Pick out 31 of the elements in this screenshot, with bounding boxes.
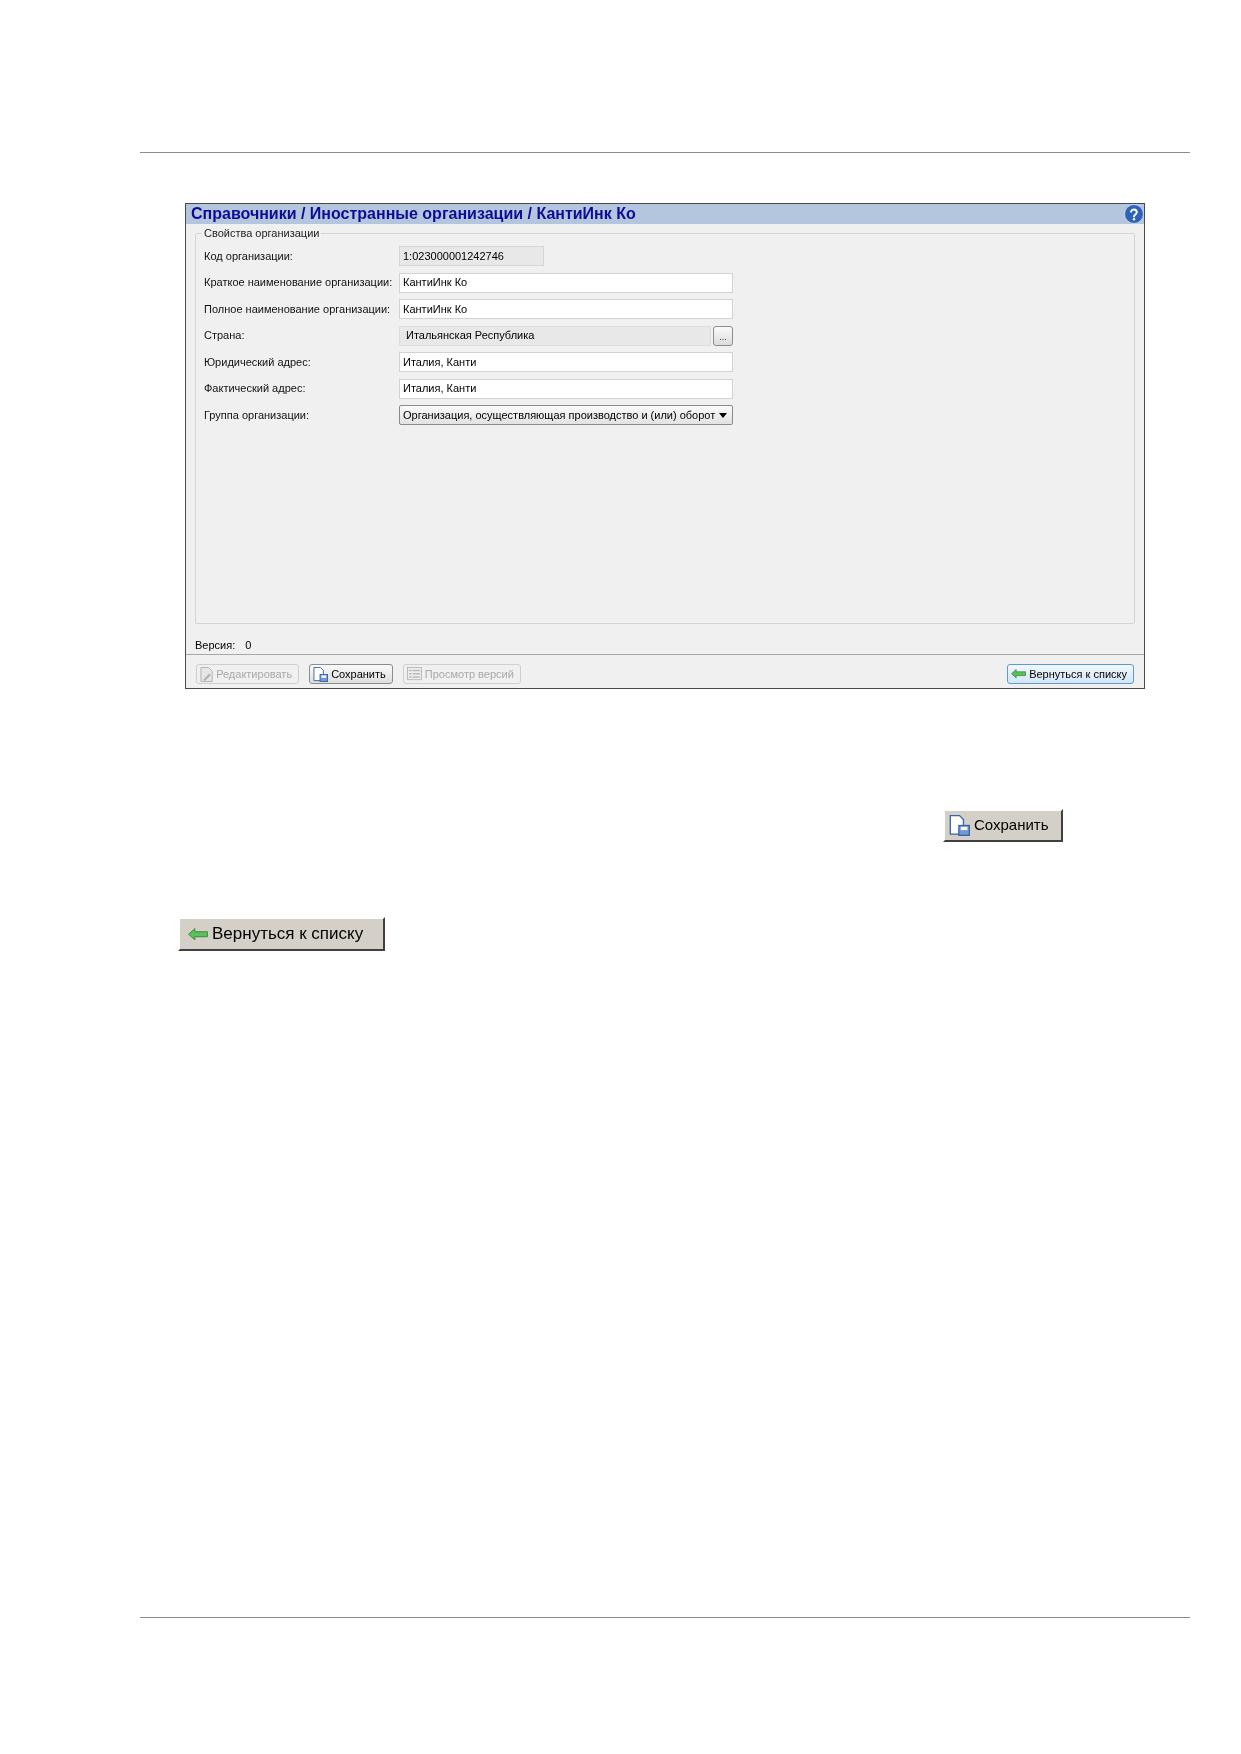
breadcrumb-title: Справочники / Иностранные организации / КантиИнк Ко (191, 204, 636, 224)
caret-down-icon (719, 412, 728, 418)
document-disk-icon (313, 666, 329, 682)
save-button[interactable]: Сохранить (943, 809, 1063, 842)
text-field[interactable]: КантиИнк Ко (399, 299, 733, 319)
version-value: 0 (245, 637, 252, 653)
country-field[interactable]: Итальянская Республика (399, 325, 711, 346)
back-to-list-button[interactable]: Вернуться к списку (1007, 664, 1134, 684)
toolbar-button[interactable]: Сохранить (309, 664, 393, 684)
help-icon[interactable] (1124, 204, 1144, 224)
field-label: Полное наименование организации: (204, 301, 392, 317)
text-field[interactable]: Италия, Канти (399, 352, 733, 372)
field-label: Страна: (204, 328, 246, 344)
list-icon (406, 667, 422, 681)
document-pencil-icon (200, 666, 214, 682)
document-disk-icon (949, 815, 970, 836)
readonly-field[interactable]: 1:023000001242746 (399, 246, 544, 266)
left-arrow-icon (188, 927, 208, 941)
text-field[interactable]: Италия, Канти (399, 378, 733, 399)
field-label: Юридический адрес: (204, 354, 312, 370)
browse-button[interactable]: ... (713, 325, 733, 346)
back-to-list-button[interactable]: Вернуться к списку (178, 917, 385, 951)
field-label: Фактический адрес: (204, 381, 307, 397)
group-legend: Свойства организации (202, 227, 322, 240)
field-label: Код организации: (204, 248, 294, 264)
left-arrow-icon (1011, 669, 1027, 679)
field-label: Группа организации: (204, 407, 311, 423)
dropdown-field[interactable]: Организация, осуществляющая производство и (или) оборот (399, 405, 733, 425)
field-label: Краткое наименование организации: (204, 275, 394, 291)
text-field[interactable]: КантиИнк Ко (399, 272, 733, 293)
version-label: Версия: (195, 637, 236, 653)
